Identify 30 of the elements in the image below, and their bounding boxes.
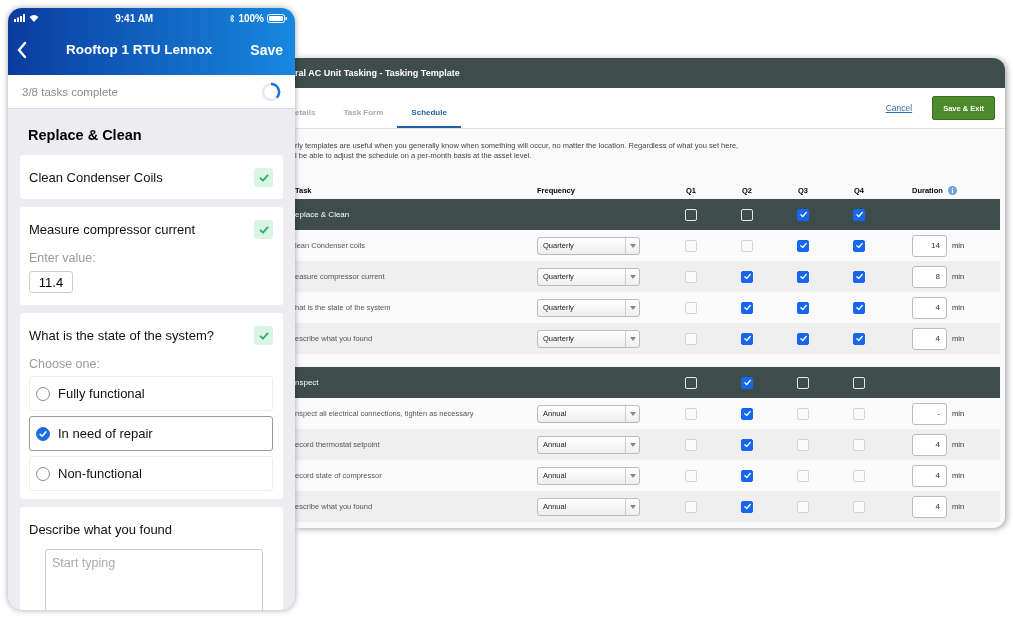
window-title: ral AC Unit Tasking - Tasking Template bbox=[295, 68, 460, 78]
radio-option[interactable]: In need of repair bbox=[29, 416, 273, 451]
prompt-label: Enter value: bbox=[29, 251, 97, 265]
radio-option[interactable]: Non-functional bbox=[29, 456, 273, 491]
duration-field[interactable]: 4 bbox=[912, 296, 947, 319]
duration-field[interactable]: 4 bbox=[912, 433, 947, 456]
text-area[interactable]: Start typing bbox=[45, 549, 263, 610]
section-title: Replace & Clean bbox=[27, 126, 143, 145]
progress-text: 3/8 tasks complete bbox=[22, 85, 118, 98]
screen-title: Rooftop 1 RTU Lennox bbox=[66, 42, 213, 57]
duration-field[interactable]: 4 bbox=[912, 327, 947, 350]
battery-percent: 100% bbox=[238, 12, 264, 24]
task-label: What is the state of the system? bbox=[29, 328, 214, 343]
group-title: nspect bbox=[295, 378, 319, 387]
duration-field[interactable]: - bbox=[912, 402, 947, 425]
status-time: 9:41 AM bbox=[115, 12, 154, 24]
radio-option[interactable]: Fully functional bbox=[29, 376, 273, 411]
task-label: Clean Condenser Coils bbox=[29, 170, 163, 185]
duration-field[interactable]: 4 bbox=[912, 464, 947, 487]
duration-field[interactable]: 14 bbox=[912, 234, 947, 257]
save-button[interactable]: Save bbox=[250, 41, 283, 58]
prompt-label: Choose one: bbox=[29, 357, 101, 371]
cancel-link[interactable]: Cancel bbox=[885, 103, 913, 113]
duration-field[interactable]: 4 bbox=[912, 495, 947, 518]
duration-field[interactable]: 8 bbox=[912, 265, 947, 288]
task-label: Describe what you found bbox=[29, 522, 173, 537]
group-title: eplace & Clean bbox=[295, 210, 350, 219]
value-field[interactable]: 11.4 bbox=[29, 271, 73, 293]
tab[interactable]: Schedule bbox=[397, 106, 461, 128]
task-label: Measure compressor current bbox=[29, 222, 196, 237]
